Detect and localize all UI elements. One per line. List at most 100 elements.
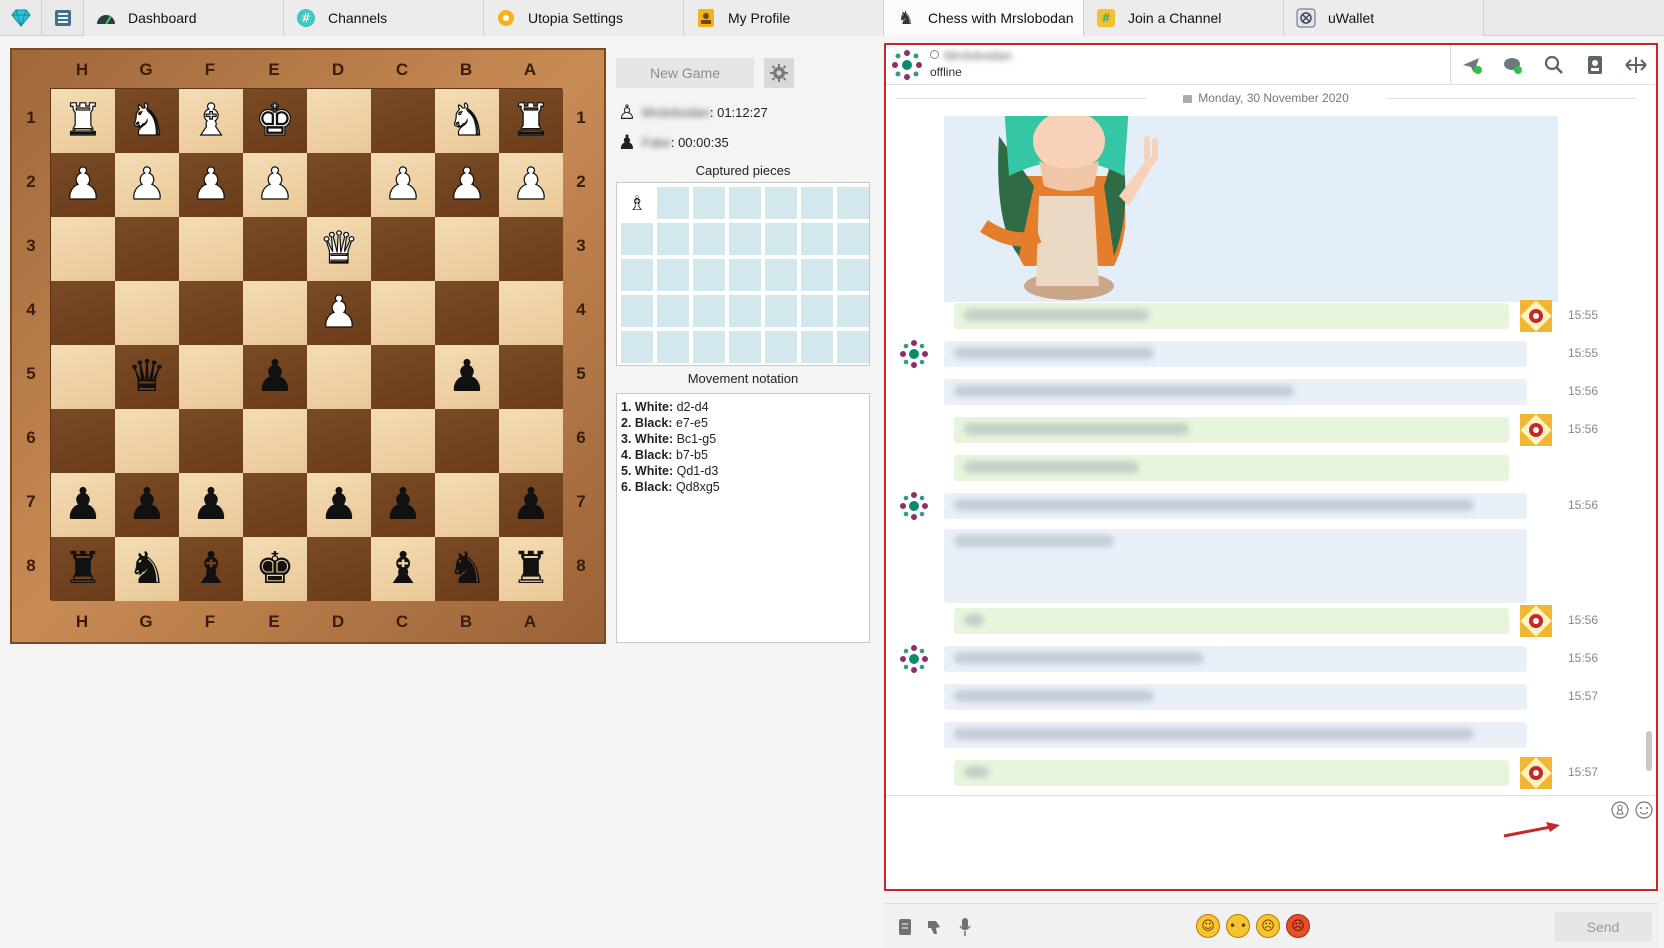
tab-home[interactable] [0,0,42,36]
board-square[interactable] [371,217,435,281]
tab-chess-game[interactable]: ♞ Chess with Mrslobodan [884,0,1084,36]
board-square[interactable] [115,281,179,345]
contact-info-button[interactable] [1574,45,1615,85]
board-square[interactable] [51,409,115,473]
board-square[interactable] [435,217,499,281]
board-square[interactable]: ♟ [243,345,307,409]
white-king-icon[interactable]: ♚ [255,98,296,143]
white-pawn-icon[interactable]: ♟ [127,162,168,207]
emoji-sad-button[interactable]: ☹ [1256,914,1280,938]
black-king-icon[interactable]: ♚ [255,547,294,591]
contact-avatar[interactable] [890,48,924,82]
board-square[interactable] [307,153,371,217]
white-pawn-icon[interactable]: ♟ [383,162,424,207]
incoming-message[interactable] [944,493,1527,519]
white-pawn-icon[interactable]: ♟ [63,162,104,207]
board-square[interactable]: ♟ [51,473,115,537]
board-square[interactable]: ♝ [179,537,243,601]
board-square[interactable] [435,409,499,473]
white-knight-icon[interactable]: ♞ [127,98,168,143]
tab-join-channel[interactable]: # Join a Channel [1084,0,1284,36]
black-knight-icon[interactable]: ♞ [447,547,486,591]
chess-invite-input-button[interactable] [1610,800,1630,820]
tab-contacts[interactable] [42,0,84,36]
board-square[interactable] [371,345,435,409]
my-avatar[interactable] [1520,414,1552,446]
black-pawn-icon[interactable]: ♟ [127,483,166,527]
outgoing-message[interactable] [954,608,1509,634]
dislike-button[interactable] [924,916,946,938]
black-rook-icon[interactable]: ♜ [63,547,102,591]
board-square[interactable] [307,537,371,601]
board-square[interactable] [371,281,435,345]
black-knight-icon[interactable]: ♞ [127,547,166,591]
board-square[interactable]: ♟ [243,153,307,217]
board-square[interactable]: ♞ [435,89,499,153]
board-square[interactable]: ♚ [243,89,307,153]
my-avatar[interactable] [1520,300,1552,332]
voice-message-button[interactable] [954,916,976,938]
board-square[interactable] [435,281,499,345]
board-square[interactable] [307,89,371,153]
board-square[interactable]: ♜ [499,89,563,153]
message-input[interactable] [890,800,1590,880]
white-pawn-icon[interactable]: ♟ [511,162,552,207]
board-square[interactable]: ♚ [243,537,307,601]
outgoing-message[interactable] [954,455,1509,481]
board-square[interactable]: ♟ [435,345,499,409]
white-bishop-icon[interactable]: ♝ [191,98,232,143]
attach-button[interactable] [894,916,916,938]
board-square[interactable]: ♜ [51,89,115,153]
board-square[interactable] [435,473,499,537]
black-pawn-icon[interactable]: ♟ [63,483,102,527]
board-square[interactable] [51,281,115,345]
board-square[interactable]: ♞ [115,89,179,153]
incoming-message[interactable] [944,379,1527,405]
board-square[interactable]: ♛ [307,217,371,281]
chat-scrollbar[interactable] [1644,91,1652,791]
board-square[interactable]: ♛ [115,345,179,409]
contact-avatar[interactable] [898,643,930,675]
chess-invite-button[interactable] [1492,45,1533,85]
white-pawn-icon[interactable]: ♟ [191,162,232,207]
board-square[interactable] [243,409,307,473]
board-square[interactable]: ♟ [179,473,243,537]
board-square[interactable] [115,409,179,473]
board-square[interactable]: ♝ [371,537,435,601]
board-square[interactable] [179,217,243,281]
white-queen-icon[interactable]: ♛ [319,226,360,271]
board-square[interactable] [179,409,243,473]
black-pawn-icon[interactable]: ♟ [319,483,358,527]
white-pawn-icon[interactable]: ♟ [255,162,296,207]
board-square[interactable] [499,217,563,281]
board-square[interactable]: ♟ [371,473,435,537]
board-square[interactable]: ♝ [179,89,243,153]
white-rook-icon[interactable]: ♜ [511,98,552,143]
board-square[interactable] [371,409,435,473]
board-square[interactable]: ♟ [115,473,179,537]
board-square[interactable] [51,345,115,409]
board-square[interactable] [307,409,371,473]
tab-channels[interactable]: # Channels [284,0,484,36]
emoji-neutral-button[interactable]: • • [1226,914,1250,938]
board-square[interactable] [115,217,179,281]
black-bishop-icon[interactable]: ♝ [383,547,422,591]
board-square[interactable]: ♜ [51,537,115,601]
send-file-button[interactable] [1451,45,1492,85]
board-square[interactable]: ♟ [371,153,435,217]
board-square[interactable] [51,217,115,281]
black-queen-icon[interactable]: ♛ [127,355,166,399]
game-settings-button[interactable] [764,58,794,88]
board-square[interactable]: ♟ [51,153,115,217]
board-square[interactable]: ♟ [115,153,179,217]
board-square[interactable] [243,217,307,281]
sticker-image[interactable] [944,116,1558,302]
white-knight-icon[interactable]: ♞ [447,98,488,143]
black-bishop-icon[interactable]: ♝ [191,547,230,591]
black-pawn-icon[interactable]: ♟ [447,355,486,399]
my-avatar[interactable] [1520,757,1552,789]
board-square[interactable]: ♟ [499,473,563,537]
emoji-picker-button[interactable] [1634,800,1654,820]
board-square[interactable]: ♟ [307,281,371,345]
board-square[interactable]: ♟ [435,153,499,217]
